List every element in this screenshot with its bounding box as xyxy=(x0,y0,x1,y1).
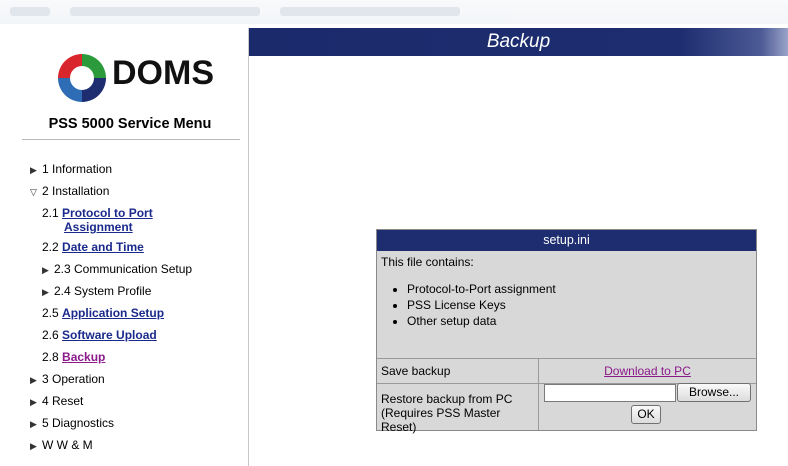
menu-item-operation[interactable]: ▶ 3 Operation xyxy=(30,372,105,387)
menu-item-protocol-to-port-cont: Assignment xyxy=(64,220,133,234)
menu-label: 1 Information xyxy=(42,162,113,176)
application-setup-link[interactable]: Application Setup xyxy=(62,306,164,320)
menu-number: 2.2 xyxy=(42,240,59,254)
menu-label: 2 Installation xyxy=(42,184,110,198)
save-backup-label: Save backup xyxy=(377,359,539,383)
download-cell: Download to PC xyxy=(539,359,756,383)
menu-item-diagnostics[interactable]: ▶ 5 Diagnostics xyxy=(30,416,114,431)
doms-logo-icon xyxy=(58,54,106,102)
menu-label: 5 Diagnostics xyxy=(42,416,115,430)
page-header: Backup xyxy=(249,28,788,56)
ok-button[interactable]: OK xyxy=(631,405,661,424)
backup-link[interactable]: Backup xyxy=(62,350,105,364)
menu-number: 2.6 xyxy=(42,328,59,342)
list-item: Other setup data xyxy=(407,313,752,329)
browser-toolbar xyxy=(0,0,788,24)
date-and-time-link[interactable]: Date and Time xyxy=(62,240,144,254)
collapsed-triangle-icon: ▶ xyxy=(30,419,37,429)
logo-text: DOMS xyxy=(112,54,214,92)
collapsed-triangle-icon: ▶ xyxy=(30,165,37,175)
collapsed-triangle-icon: ▶ xyxy=(30,375,37,385)
menu-item-information[interactable]: ▶ 1 Information xyxy=(30,162,112,177)
menu-item-date-time: 2.2 Date and Time xyxy=(42,240,144,254)
sidebar: DOMS PSS 5000 Service Menu ▶ 1 Informatio… xyxy=(12,28,249,466)
restore-backup-label: Restore backup from PC (Requires PSS Mas… xyxy=(377,384,539,434)
menu-label: W W & M xyxy=(42,438,93,452)
browse-button[interactable]: Browse... xyxy=(677,383,751,402)
contents-list: Protocol-to-Port assignment PSS License … xyxy=(381,281,752,329)
page-title: Backup xyxy=(486,31,551,52)
restore-label-line1: Restore backup from PC xyxy=(381,392,513,406)
software-upload-link[interactable]: Software Upload xyxy=(62,328,157,342)
menu-label: 2.3 Communication Setup xyxy=(54,262,193,276)
collapsed-triangle-icon: ▶ xyxy=(42,287,49,297)
backup-file-input[interactable] xyxy=(544,384,676,402)
protocol-to-port-link[interactable]: Protocol to Port xyxy=(62,206,153,220)
panel-header: setup.ini xyxy=(377,230,756,251)
title-divider xyxy=(22,139,240,140)
menu-label: 3 Operation xyxy=(42,372,105,386)
list-item: PSS License Keys xyxy=(407,297,752,313)
list-item: Protocol-to-Port assignment xyxy=(407,281,752,297)
menu-label: 2.4 System Profile xyxy=(54,284,152,298)
collapsed-triangle-icon: ▶ xyxy=(30,441,37,451)
menu-item-installation[interactable]: ▽ 2 Installation xyxy=(30,184,109,199)
service-menu-title: PSS 5000 Service Menu xyxy=(48,116,212,132)
menu-number: 2.5 xyxy=(42,306,59,320)
menu-item-backup: 2.8 Backup xyxy=(42,350,105,364)
collapsed-triangle-icon: ▶ xyxy=(30,397,37,407)
menu-item-software-upload: 2.6 Software Upload xyxy=(42,328,157,342)
menu-item-reset[interactable]: ▶ 4 Reset xyxy=(30,394,83,409)
doms-logo: DOMS xyxy=(54,50,224,110)
menu-label: 4 Reset xyxy=(42,394,84,408)
menu-item-protocol-to-port: 2.1 Protocol to Port xyxy=(42,206,153,220)
menu-number: 2.8 xyxy=(42,350,59,364)
menu-item-system-profile[interactable]: ▶ 2.4 System Profile xyxy=(42,284,151,299)
menu-item-application-setup: 2.5 Application Setup xyxy=(42,306,164,320)
restore-label-line2: (Requires PSS Master Reset) xyxy=(381,406,501,434)
menu-item-communication-setup[interactable]: ▶ 2.3 Communication Setup xyxy=(42,262,192,277)
expanded-triangle-icon: ▽ xyxy=(30,187,37,197)
collapsed-triangle-icon: ▶ xyxy=(42,265,49,275)
menu-number: 2.1 xyxy=(42,206,59,220)
save-backup-row: Save backup Download to PC xyxy=(377,359,756,384)
assignment-link[interactable]: Assignment xyxy=(64,220,133,234)
panel-intro: This file contains: xyxy=(381,255,474,269)
panel-description: This file contains: Protocol-to-Port ass… xyxy=(377,251,756,359)
download-to-pc-link[interactable]: Download to PC xyxy=(604,364,691,378)
menu-item-wwm[interactable]: ▶ W W & M xyxy=(30,438,93,453)
